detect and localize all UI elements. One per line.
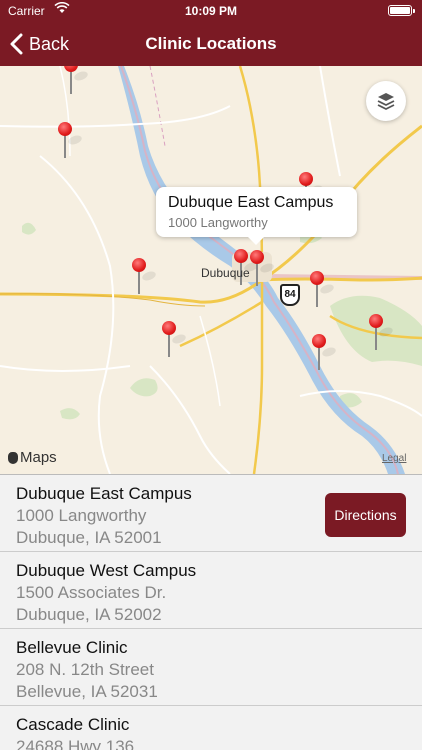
clinic-list-item[interactable]: Dubuque East Campus 1000 Langworthy Dubu… — [0, 475, 422, 552]
clinic-address: 1500 Associates Dr. — [16, 583, 167, 602]
map-pin[interactable] — [130, 258, 157, 296]
map-pin[interactable] — [308, 271, 335, 309]
callout-subtitle: 1000 Langworthy — [168, 215, 268, 230]
map-callout[interactable]: Dubuque East Campus 1000 Langworthy — [156, 187, 357, 245]
clinic-list-item[interactable]: Cascade Clinic 24688 Hwy 136 — [0, 706, 422, 750]
legal-link[interactable]: Legal — [382, 453, 406, 464]
clinic-list: Dubuque East Campus 1000 Langworthy Dubu… — [0, 474, 422, 750]
nav-bar: Back Clinic Locations — [0, 22, 422, 66]
clinic-list-item[interactable]: Bellevue Clinic 208 N. 12th Street Belle… — [0, 629, 422, 706]
map-pin[interactable] — [310, 334, 337, 372]
map-layers-button[interactable] — [366, 81, 406, 121]
clinic-address: 24688 Hwy 136 — [16, 737, 135, 750]
map-city-label: Dubuque — [201, 266, 250, 280]
page-title: Clinic Locations — [145, 34, 277, 53]
map-pin[interactable] — [56, 122, 83, 160]
maps-logo: Maps — [8, 449, 57, 466]
directions-button[interactable]: Directions — [325, 493, 406, 537]
highway-shield: 84 — [280, 284, 300, 306]
clinic-list-item[interactable]: Dubuque West Campus 1500 Associates Dr. … — [0, 552, 422, 629]
map-pin[interactable] — [367, 314, 394, 352]
clinic-address: 208 N. 12th Street — [16, 660, 154, 679]
battery-icon — [388, 5, 415, 16]
status-time: 10:09 PM — [184, 4, 238, 18]
apple-icon — [8, 451, 18, 464]
callout-title: Dubuque East Campus — [168, 194, 334, 211]
clinic-name: Dubuque West Campus — [16, 561, 197, 580]
clinic-name: Bellevue Clinic — [16, 638, 128, 657]
navigation-header: Carrier 10:09 PM Back Clinic Locations — [0, 0, 422, 66]
clinic-city-state: Bellevue, IA 52031 — [16, 682, 158, 701]
clinic-name: Cascade Clinic — [16, 715, 130, 734]
status-bar: Carrier 10:09 PM — [0, 0, 422, 22]
map-pin-selected[interactable] — [248, 250, 275, 288]
map-pin[interactable] — [160, 321, 187, 359]
clinic-city-state: Dubuque, IA 52002 — [16, 605, 162, 624]
map-view[interactable]: Dubuque 84 Dubuque East Campus 1000 Lang… — [0, 66, 422, 474]
layers-icon — [377, 93, 395, 110]
map-pin[interactable] — [62, 66, 89, 96]
maps-logo-label: Maps — [20, 449, 57, 466]
